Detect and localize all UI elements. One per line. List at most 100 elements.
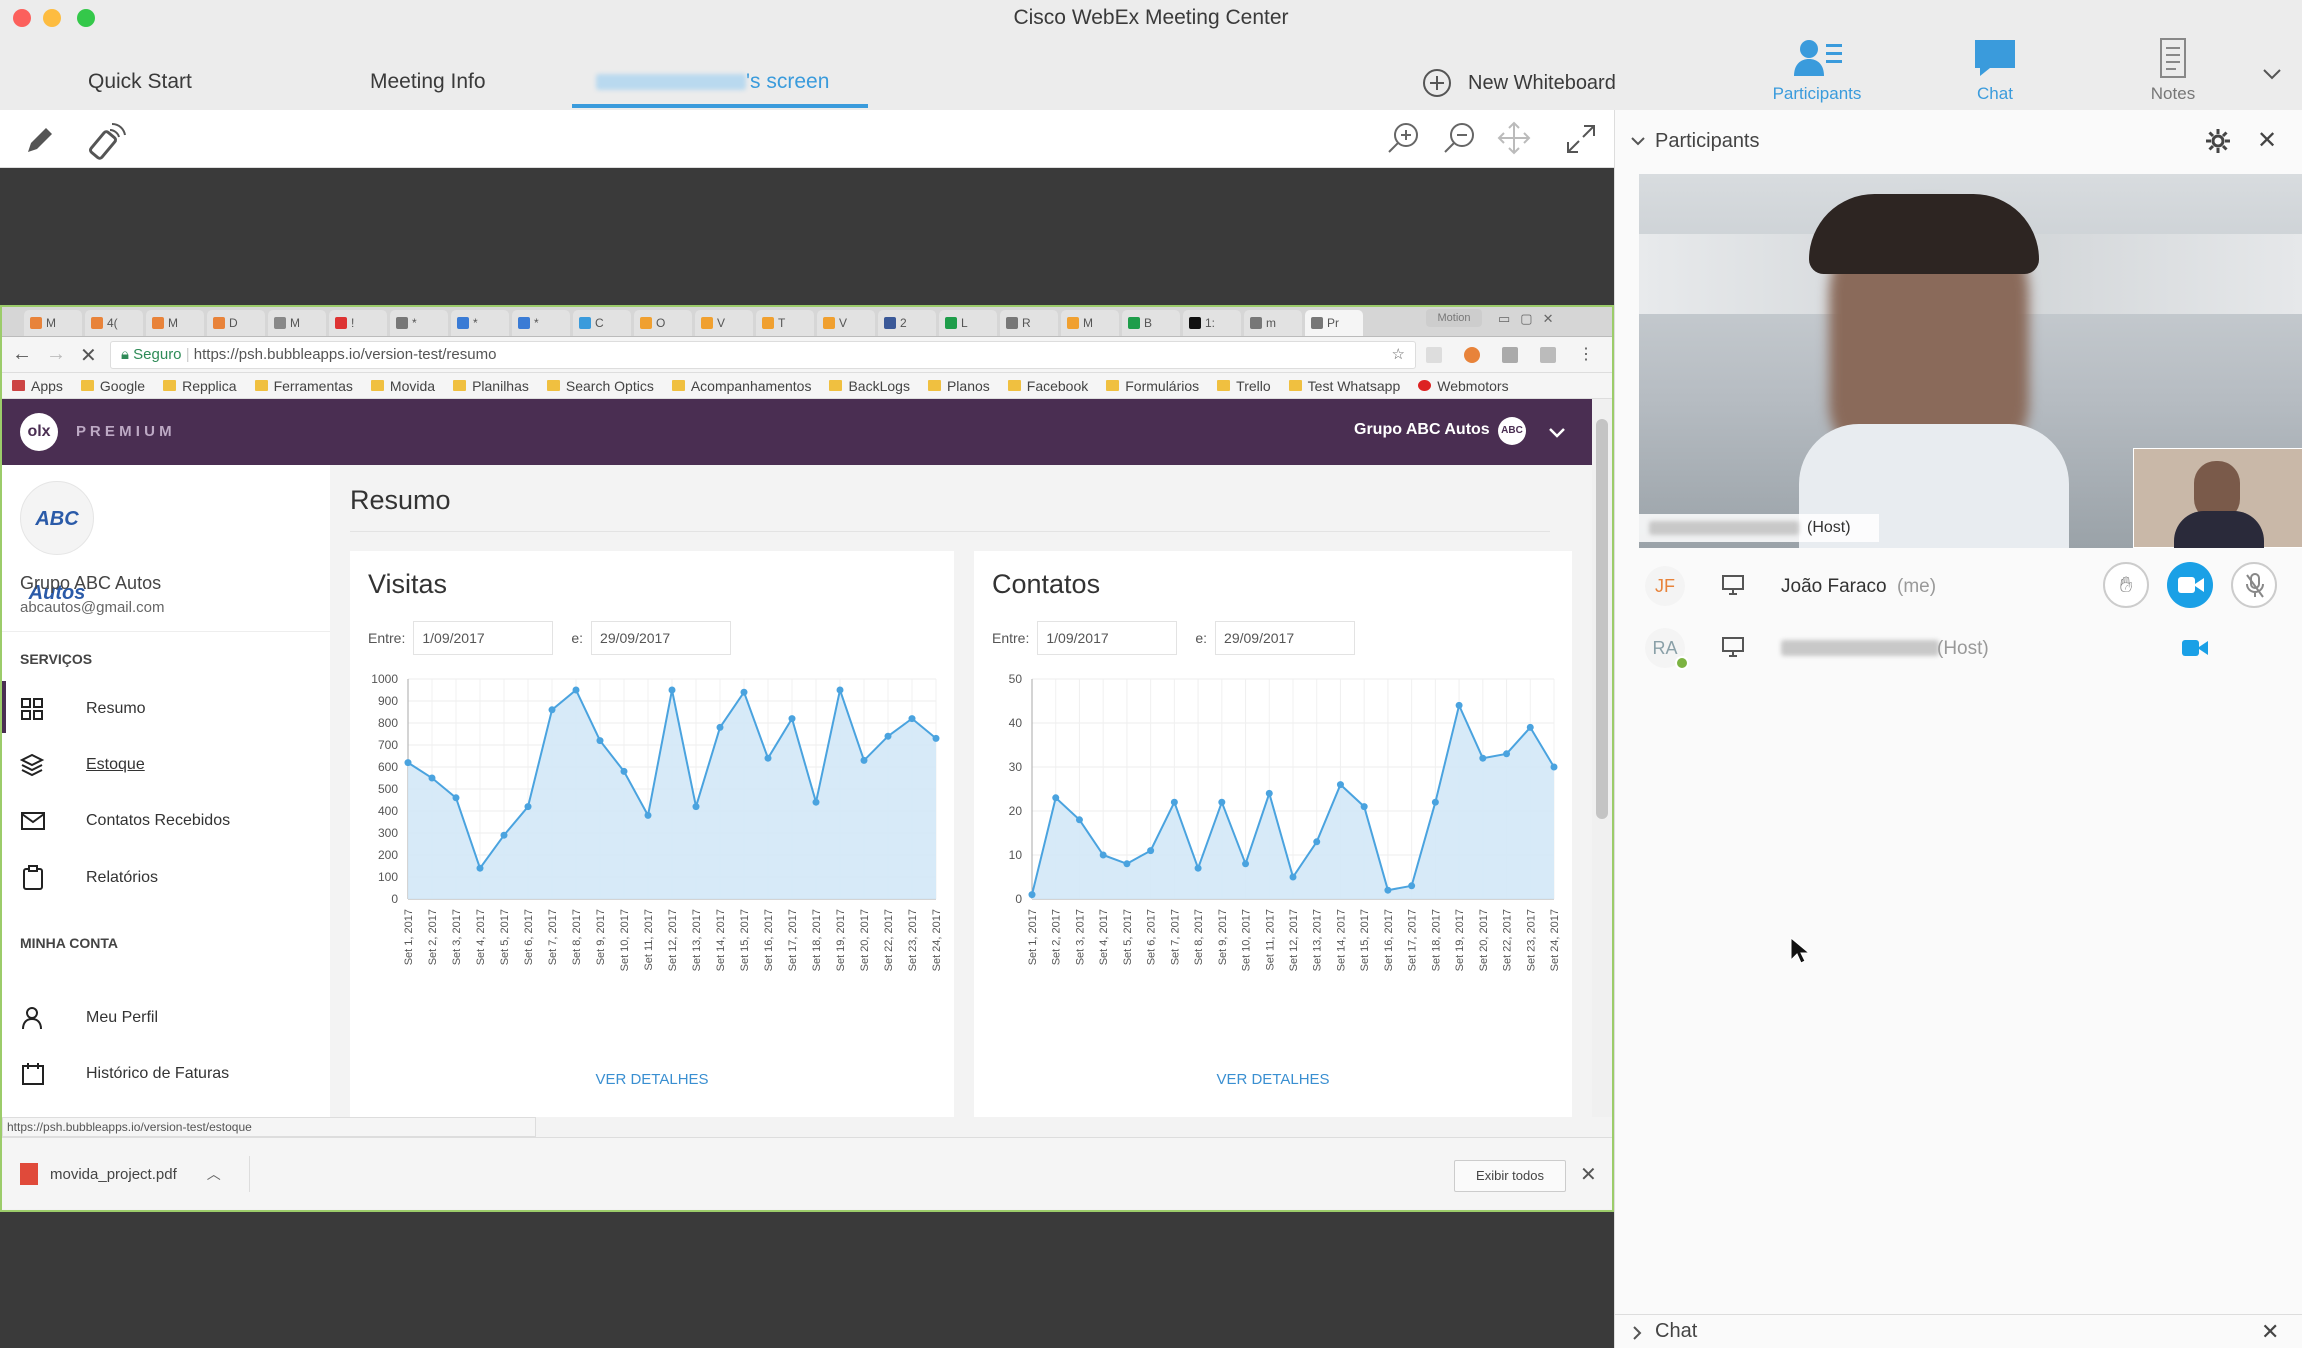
zoom-out-icon[interactable] bbox=[1442, 120, 1478, 156]
tab-meeting-info[interactable]: Meeting Info bbox=[370, 70, 486, 94]
browser-tab[interactable]: m bbox=[1244, 310, 1302, 336]
browser-tab[interactable]: M bbox=[24, 310, 82, 336]
header-company-name[interactable]: Grupo ABC Autos bbox=[1354, 421, 1490, 439]
menu-item-faturas[interactable]: Histórico de Faturas bbox=[20, 1061, 320, 1087]
chevron-down-icon[interactable] bbox=[2260, 62, 2284, 86]
olx-logo[interactable]: olx bbox=[20, 413, 58, 451]
forward-arrow-icon[interactable]: → bbox=[46, 343, 66, 366]
move-icon[interactable] bbox=[1496, 120, 1532, 156]
date-to-input[interactable]: 29/09/2017 bbox=[1215, 621, 1356, 655]
browser-tab[interactable]: V bbox=[817, 310, 875, 336]
bookmark-item[interactable]: Search Optics bbox=[546, 378, 654, 394]
bookmark-item[interactable]: Google bbox=[80, 378, 145, 394]
bookmark-item[interactable]: Test Whatsapp bbox=[1288, 378, 1400, 394]
tab-quick-start[interactable]: Quick Start bbox=[88, 70, 192, 94]
ver-detalhes-link[interactable]: VER DETALHES bbox=[350, 1071, 954, 1088]
bookmark-item[interactable]: Repplica bbox=[163, 378, 237, 394]
extension-icon[interactable] bbox=[1426, 347, 1442, 363]
browser-tab[interactable]: * bbox=[451, 310, 509, 336]
browser-tab[interactable]: B bbox=[1122, 310, 1180, 336]
browser-tab[interactable]: M bbox=[268, 310, 326, 336]
bookmark-item[interactable]: Webmotors bbox=[1418, 378, 1509, 394]
menu-item-resumo[interactable]: Resumo bbox=[20, 697, 320, 721]
bookmark-item[interactable]: Movida bbox=[370, 378, 435, 394]
tab-shared-screen[interactable]: 's screen bbox=[596, 70, 829, 94]
self-video-thumbnail[interactable] bbox=[2133, 448, 2302, 548]
notes-toggle-button[interactable]: Notes bbox=[2118, 38, 2228, 104]
back-arrow-icon[interactable]: ← bbox=[12, 343, 32, 366]
bookmark-item[interactable]: BackLogs bbox=[829, 378, 910, 394]
mute-button[interactable] bbox=[2231, 562, 2277, 608]
more-menu-icon[interactable]: ⋮ bbox=[1578, 347, 1594, 363]
stop-loading-icon[interactable]: ✕ bbox=[80, 343, 97, 368]
folder-icon bbox=[829, 380, 843, 391]
menu-item-perfil[interactable]: Meu Perfil bbox=[20, 1005, 320, 1031]
browser-tab[interactable]: 1: bbox=[1183, 310, 1241, 336]
chevron-down-icon[interactable] bbox=[1629, 132, 1647, 150]
menu-item-relatorios[interactable]: Relatórios bbox=[20, 865, 320, 891]
download-item[interactable]: movida_project.pdf ︿ bbox=[20, 1156, 250, 1192]
host-video[interactable]: (Host) bbox=[1639, 174, 2302, 548]
video-toggle-button[interactable] bbox=[2167, 562, 2213, 608]
bookmark-item[interactable]: Acompanhamentos bbox=[671, 378, 811, 394]
url-bar[interactable]: 🔒︎ Seguro | https://psh.bubbleapps.io/ve… bbox=[110, 341, 1416, 369]
raise-hand-button[interactable]: ✋︎ bbox=[2103, 562, 2149, 608]
close-panel-icon[interactable]: ✕ bbox=[2257, 126, 2277, 155]
ver-detalhes-link[interactable]: VER DETALHES bbox=[974, 1071, 1572, 1088]
page-scrollbar[interactable] bbox=[1592, 399, 1612, 1117]
gear-icon[interactable] bbox=[2205, 128, 2231, 154]
browser-tab[interactable]: M bbox=[1061, 310, 1119, 336]
extension-icon[interactable] bbox=[1464, 347, 1480, 363]
fullscreen-icon[interactable] bbox=[1564, 122, 1598, 156]
participants-toggle-button[interactable]: Participants bbox=[1762, 38, 1872, 104]
date-from-input[interactable]: 1/09/2017 bbox=[1037, 621, 1178, 655]
browser-tab[interactable]: T bbox=[756, 310, 814, 336]
bookmark-item[interactable]: Planos bbox=[927, 378, 990, 394]
browser-profile[interactable]: Motion bbox=[1426, 309, 1482, 327]
extension-icon[interactable] bbox=[1502, 347, 1518, 363]
scrollbar-thumb[interactable] bbox=[1596, 419, 1608, 819]
browser-tab[interactable]: * bbox=[512, 310, 570, 336]
header-avatar[interactable]: ABC bbox=[1498, 417, 1526, 445]
browser-tab[interactable]: Pr bbox=[1305, 310, 1363, 336]
browser-tab[interactable]: R bbox=[1000, 310, 1058, 336]
bookmark-star-icon[interactable]: ☆ bbox=[1392, 342, 1405, 368]
bookmark-item[interactable]: Planilhas bbox=[453, 378, 529, 394]
chevron-up-icon[interactable]: ︿ bbox=[207, 1164, 221, 1184]
bookmark-item[interactable]: Ferramentas bbox=[254, 378, 353, 394]
browser-tab[interactable]: V bbox=[695, 310, 753, 336]
bookmark-item[interactable]: Trello bbox=[1217, 378, 1271, 394]
bookmark-item[interactable]: Facebook bbox=[1007, 378, 1088, 394]
bookmark-item[interactable]: Apps bbox=[12, 378, 63, 394]
browser-window-controls[interactable]: ▭▢✕ bbox=[1498, 311, 1563, 327]
date-from-input[interactable]: 1/09/2017 bbox=[413, 621, 554, 655]
menu-item-contatos[interactable]: Contatos Recebidos bbox=[20, 809, 320, 833]
remote-control-icon[interactable] bbox=[86, 122, 126, 160]
zoom-in-icon[interactable] bbox=[1386, 120, 1422, 156]
participant-row[interactable]: RA (Host) bbox=[1615, 616, 2302, 680]
favicon-icon bbox=[152, 317, 164, 329]
browser-tab[interactable]: O bbox=[634, 310, 692, 336]
date-from-label: Entre: bbox=[992, 630, 1030, 646]
browser-tab[interactable]: C bbox=[573, 310, 631, 336]
bookmark-item[interactable]: Formulários bbox=[1106, 378, 1199, 394]
browser-tab[interactable]: 2 bbox=[878, 310, 936, 336]
participant-row[interactable]: JF João Faraco (me) ✋︎ bbox=[1615, 554, 2302, 618]
browser-tab[interactable]: 4( bbox=[85, 310, 143, 336]
date-to-input[interactable]: 29/09/2017 bbox=[591, 621, 732, 655]
show-all-downloads-button[interactable]: Exibir todos bbox=[1454, 1160, 1566, 1192]
chat-toggle-button[interactable]: Chat bbox=[1940, 38, 2050, 104]
browser-tab[interactable]: ! bbox=[329, 310, 387, 336]
browser-tab[interactable]: L bbox=[939, 310, 997, 336]
menu-item-estoque[interactable]: Estoque bbox=[19, 753, 320, 777]
pencil-icon[interactable] bbox=[22, 124, 56, 158]
close-download-bar-icon[interactable]: ✕ bbox=[1580, 1162, 1597, 1187]
browser-tab[interactable]: D bbox=[207, 310, 265, 336]
new-whiteboard-button[interactable]: New Whiteboard bbox=[1422, 68, 1616, 98]
close-chat-icon[interactable]: ✕ bbox=[2261, 1319, 2279, 1345]
chevron-down-icon[interactable] bbox=[1546, 421, 1568, 443]
chat-section-header[interactable]: Chat ✕ bbox=[1615, 1314, 2302, 1348]
browser-tab[interactable]: * bbox=[390, 310, 448, 336]
browser-tab[interactable]: M bbox=[146, 310, 204, 336]
extension-icon[interactable] bbox=[1540, 347, 1556, 363]
